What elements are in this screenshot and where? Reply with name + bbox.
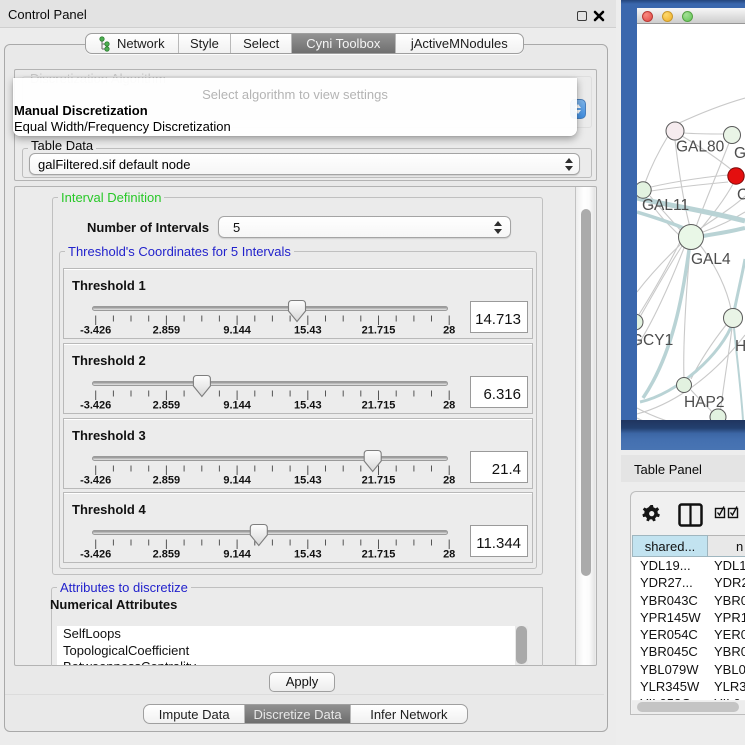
svg-text:H: H bbox=[735, 338, 745, 355]
svg-text:9.144: 9.144 bbox=[223, 549, 251, 561]
svg-text:9.144: 9.144 bbox=[223, 400, 251, 412]
svg-text:GAL4: GAL4 bbox=[691, 251, 731, 268]
svg-text:-3.426: -3.426 bbox=[80, 400, 111, 412]
svg-text:21.715: 21.715 bbox=[362, 325, 396, 337]
svg-text:GCY1: GCY1 bbox=[637, 332, 673, 349]
svg-text:2.859: 2.859 bbox=[153, 325, 181, 337]
svg-text:2.859: 2.859 bbox=[153, 549, 181, 561]
svg-text:GAL11: GAL11 bbox=[642, 197, 689, 214]
svg-text:2.859: 2.859 bbox=[153, 400, 181, 412]
svg-text:28: 28 bbox=[443, 325, 455, 337]
svg-text:-3.426: -3.426 bbox=[80, 475, 111, 487]
svg-text:-3.426: -3.426 bbox=[80, 549, 111, 561]
svg-text:28: 28 bbox=[443, 475, 455, 487]
svg-text:28: 28 bbox=[443, 549, 455, 561]
svg-text:HAP2: HAP2 bbox=[684, 394, 725, 411]
svg-text:2.859: 2.859 bbox=[153, 475, 181, 487]
svg-text:C: C bbox=[737, 187, 745, 204]
svg-text:28: 28 bbox=[443, 400, 455, 412]
svg-text:15.43: 15.43 bbox=[294, 475, 322, 487]
svg-text:9.144: 9.144 bbox=[223, 325, 251, 337]
svg-text:GAL80: GAL80 bbox=[676, 139, 725, 156]
svg-text:15.43: 15.43 bbox=[294, 400, 322, 412]
svg-text:21.715: 21.715 bbox=[362, 400, 396, 412]
svg-text:GA: GA bbox=[734, 145, 745, 162]
svg-text:21.715: 21.715 bbox=[362, 475, 396, 487]
svg-text:15.43: 15.43 bbox=[294, 325, 322, 337]
svg-text:-3.426: -3.426 bbox=[80, 325, 111, 337]
svg-text:21.715: 21.715 bbox=[362, 549, 396, 561]
svg-text:9.144: 9.144 bbox=[223, 475, 251, 487]
svg-text:15.43: 15.43 bbox=[294, 549, 322, 561]
